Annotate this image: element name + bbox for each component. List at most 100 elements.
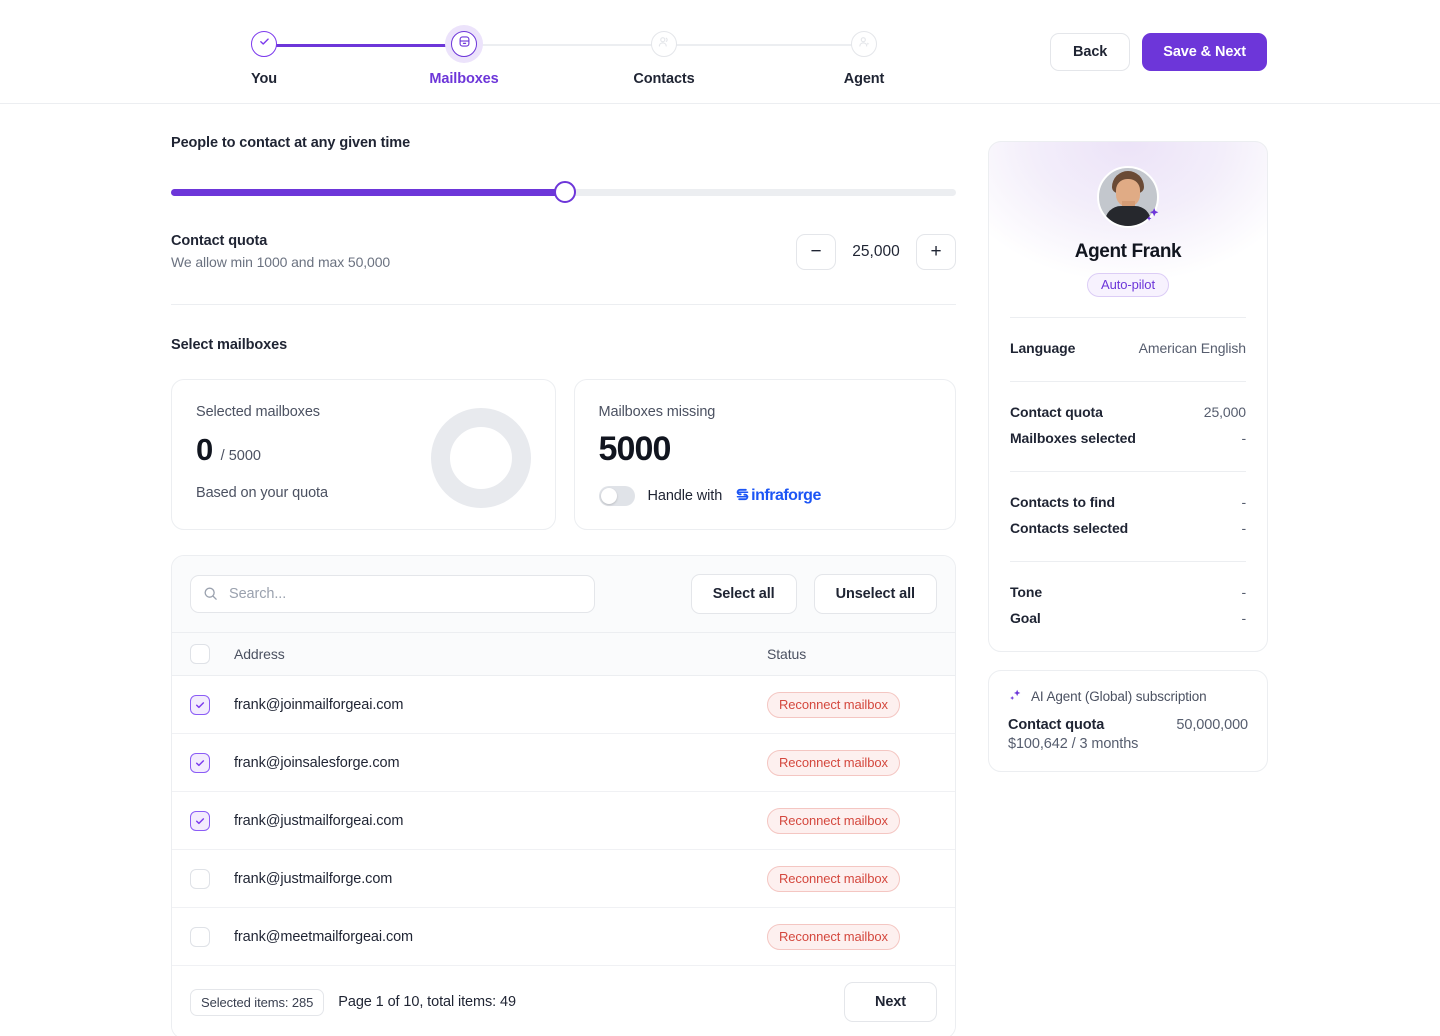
kv-value: - — [1241, 430, 1246, 446]
table-row[interactable]: frank@justmailforge.com Reconnect mailbo… — [172, 850, 955, 908]
step-you-circle — [251, 31, 277, 57]
select-all-button[interactable]: Select all — [690, 574, 797, 614]
step-agent[interactable]: Agent — [805, 26, 923, 87]
ai-sparkle-icon — [1008, 688, 1023, 705]
quota-decrement-button[interactable]: − — [796, 233, 836, 270]
contact-quota-texts: Contact quota We allow min 1000 and max … — [171, 233, 390, 270]
status-badge[interactable]: Reconnect mailbox — [767, 691, 900, 718]
row-status-cell: Reconnect mailbox — [767, 691, 937, 718]
unselect-all-button[interactable]: Unselect all — [813, 574, 937, 614]
subscription-card: AI Agent (Global) subscription Contact q… — [988, 670, 1268, 772]
stat-cards: Selected mailboxes 0 / 5000 Based on you… — [171, 379, 956, 530]
subscription-title: AI Agent (Global) subscription — [1031, 689, 1207, 704]
mailboxes-table-panel: Select all Unselect all Address Status — [171, 555, 956, 1036]
infraforge-mark-icon — [735, 487, 750, 505]
quota-increment-button[interactable]: + — [916, 233, 956, 270]
handle-with-label: Handle with — [647, 488, 723, 504]
people-slider[interactable] — [171, 181, 956, 203]
contact-quota-hint: We allow min 1000 and max 50,000 — [171, 254, 391, 270]
agent-summary-card: Agent Frank Auto-pilot Language American… — [988, 141, 1268, 652]
slider-title: People to contact at any given time — [171, 135, 411, 151]
agent-group-style: Tone - Goal - — [1010, 561, 1246, 631]
row-checkbox-cell — [190, 810, 234, 831]
table-header-row: Address Status — [172, 632, 955, 676]
row-checkbox-cell — [190, 694, 234, 715]
header-checkbox-cell — [190, 644, 234, 664]
save-next-button[interactable]: Save & Next — [1142, 33, 1267, 71]
sparkle-icon — [1143, 205, 1162, 228]
row-checkbox[interactable] — [190, 752, 210, 773]
check-icon — [258, 35, 271, 53]
kv-value: American English — [1138, 340, 1246, 356]
agent-kv-row: Language American English — [1010, 335, 1246, 361]
row-checkbox[interactable] — [190, 694, 210, 715]
kv-value: - — [1241, 520, 1246, 536]
back-button[interactable]: Back — [1050, 33, 1131, 71]
wizard-header: You Mailboxes Contacts Agent Back Save &… — [0, 0, 1440, 104]
subscription-quota-label: Contact quota — [1008, 717, 1105, 733]
row-address: frank@meetmailforgeai.com — [234, 928, 414, 945]
row-checkbox-cell — [190, 752, 234, 773]
row-checkbox[interactable] — [190, 810, 210, 831]
handle-with-toggle[interactable] — [598, 486, 635, 506]
agent-icon — [857, 35, 871, 54]
kv-key: Contacts to find — [1010, 494, 1115, 510]
search-box — [190, 575, 595, 613]
kv-value: 25,000 — [1203, 404, 1246, 420]
table-row[interactable]: frank@joinsalesforge.com Reconnect mailb… — [172, 734, 955, 792]
kv-key: Contacts selected — [1010, 520, 1129, 536]
slider-thumb[interactable] — [554, 181, 576, 203]
quota-stepper: − 25,000 + — [796, 233, 956, 270]
row-status-cell: Reconnect mailbox — [767, 749, 937, 776]
kv-key: Language — [1010, 340, 1076, 356]
app-page: You Mailboxes Contacts Agent Back Save &… — [0, 0, 1440, 1036]
selected-items-chip: Selected items: 285 — [190, 988, 325, 1016]
avatar-wrap — [1097, 166, 1159, 228]
step-agent-label: Agent — [843, 71, 885, 87]
kv-value: - — [1241, 494, 1246, 510]
agent-group-language: Language American English — [1010, 317, 1246, 361]
step-agent-circle — [851, 31, 877, 57]
wizard-stepper: You Mailboxes Contacts Agent — [205, 26, 923, 96]
status-badge[interactable]: Reconnect mailbox — [767, 923, 900, 950]
status-badge[interactable]: Reconnect mailbox — [767, 807, 900, 834]
status-badge[interactable]: Reconnect mailbox — [767, 749, 900, 776]
table-toolbar: Select all Unselect all — [172, 556, 955, 632]
status-badge[interactable]: Reconnect mailbox — [767, 865, 900, 892]
agent-kv-row: Goal - — [1010, 605, 1246, 631]
agent-sidebar: Agent Frank Auto-pilot Language American… — [988, 141, 1268, 772]
row-address: frank@justmailforgeai.com — [234, 812, 404, 829]
search-input[interactable] — [190, 575, 595, 613]
main-content: People to contact at any given time Cont… — [171, 135, 956, 1036]
step-contacts[interactable]: Contacts — [605, 26, 723, 87]
row-checkbox[interactable] — [190, 926, 210, 947]
table-row[interactable]: frank@joinmailforgeai.com Reconnect mail… — [172, 676, 955, 734]
selected-mailboxes-card: Selected mailboxes 0 / 5000 Based on you… — [171, 379, 556, 530]
selected-mailboxes-value: 0 — [196, 432, 213, 467]
agent-group-quota: Contact quota 25,000 Mailboxes selected … — [1010, 381, 1246, 451]
quota-value: 25,000 — [852, 242, 900, 260]
select-all-checkbox[interactable] — [190, 644, 210, 664]
pagination-next-button[interactable]: Next — [843, 982, 937, 1022]
header-actions: Back Save & Next — [1050, 33, 1267, 71]
slider-fill — [171, 189, 566, 196]
mailboxes-missing-card: Mailboxes missing 5000 Handle with infra… — [573, 379, 956, 530]
contacts-icon — [657, 35, 671, 54]
agent-kv-row: Contacts selected - — [1010, 515, 1246, 541]
handle-with-row: Handle with infraforge — [598, 486, 932, 506]
table-row[interactable]: frank@justmailforgeai.com Reconnect mail… — [172, 792, 955, 850]
selected-mailboxes-denominator: / 5000 — [220, 448, 261, 464]
mailbox-icon — [458, 35, 471, 53]
row-status-cell: Reconnect mailbox — [767, 865, 937, 892]
row-status-cell: Reconnect mailbox — [767, 807, 937, 834]
table-row[interactable]: frank@meetmailforgeai.com Reconnect mail… — [172, 908, 955, 966]
contact-quota-row: Contact quota We allow min 1000 and max … — [171, 233, 956, 305]
step-mailboxes-circle — [451, 31, 477, 57]
step-mailboxes[interactable]: Mailboxes — [405, 26, 523, 87]
step-you[interactable]: You — [205, 26, 323, 87]
kv-value: - — [1241, 610, 1246, 626]
header-status: Status — [767, 646, 807, 662]
row-checkbox[interactable] — [190, 868, 210, 889]
mailboxes-missing-title: Mailboxes missing — [598, 404, 716, 420]
table-toolbar-buttons: Select all Unselect all — [690, 574, 937, 614]
